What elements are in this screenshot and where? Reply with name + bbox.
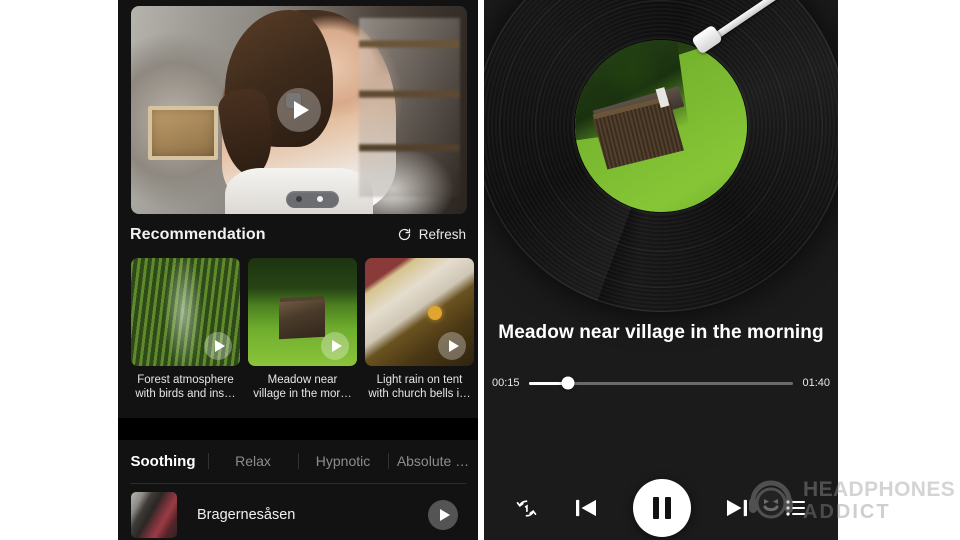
section-divider: [118, 418, 478, 440]
now-playing-panel: Meadow near village in the morning 00:15…: [484, 0, 838, 540]
refresh-label: Refresh: [418, 227, 466, 242]
recommendation-label: Forest atmosphere with birds and ins…: [135, 374, 236, 400]
play-pause-button[interactable]: [632, 479, 691, 537]
previous-button[interactable]: [571, 493, 601, 523]
seek-handle[interactable]: [561, 376, 575, 390]
list-item[interactable]: Forest atmosphere with birds and ins…: [131, 258, 240, 404]
turntable: [484, 0, 838, 312]
recommendation-thumbnail[interactable]: [131, 258, 240, 366]
recommendation-label: Meadow near village in the mor…: [253, 374, 352, 400]
pause-icon: [652, 497, 671, 519]
recommendation-header: Recommendation Refresh: [130, 226, 466, 252]
tab-relax[interactable]: Relax: [208, 453, 298, 469]
table-row[interactable]: Bragernesåsen: [118, 490, 478, 540]
recommendation-thumbnail[interactable]: [248, 258, 357, 366]
play-icon[interactable]: [438, 332, 466, 360]
list-item[interactable]: Light rain on tent with church bells i…: [365, 258, 474, 404]
tab-underline: [130, 483, 466, 484]
next-button[interactable]: [722, 493, 752, 523]
left-phone-panel: Recommendation Refresh Forest atmosphere…: [118, 0, 478, 540]
playback-controls: [484, 476, 838, 540]
track-title: Bragernesåsen: [197, 507, 296, 523]
featured-video-card[interactable]: [131, 6, 467, 214]
screenshot-root: Recommendation Refresh Forest atmosphere…: [0, 0, 960, 540]
repeat-one-icon: [514, 496, 539, 521]
elapsed-time: 00:15: [492, 377, 520, 389]
play-icon[interactable]: [277, 88, 321, 132]
skip-previous-icon: [571, 493, 601, 523]
play-icon[interactable]: [321, 332, 349, 360]
seek-slider[interactable]: [528, 376, 794, 390]
tab-hypnotic[interactable]: Hypnotic: [298, 453, 388, 469]
repeat-one-button[interactable]: [514, 496, 539, 521]
category-tab-bar: Soothing Relax Hypnotic Absolute …: [118, 440, 478, 482]
device-shoulder-speaker: [285, 191, 340, 208]
playlist-icon: [784, 496, 808, 520]
now-playing-title: Meadow near village in the morning: [498, 322, 824, 343]
tab-absolute[interactable]: Absolute …: [388, 453, 478, 469]
play-icon[interactable]: [428, 500, 458, 530]
refresh-icon: [397, 227, 412, 242]
track-thumbnail: [131, 492, 177, 538]
refresh-button[interactable]: Refresh: [397, 227, 466, 242]
tab-soothing[interactable]: Soothing: [118, 453, 208, 470]
album-artwork: [575, 40, 747, 212]
recommendation-list: Forest atmosphere with birds and ins… Me…: [131, 258, 474, 404]
playlist-button[interactable]: [784, 496, 808, 520]
skip-next-icon: [722, 493, 752, 523]
seek-bar: 00:15 01:40: [492, 374, 830, 392]
list-item[interactable]: Meadow near village in the mor…: [248, 258, 357, 404]
play-icon[interactable]: [204, 332, 232, 360]
recommendation-thumbnail[interactable]: [365, 258, 474, 366]
recommendation-label: Light rain on tent with church bells i…: [368, 374, 471, 400]
total-duration: 01:40: [802, 377, 830, 389]
